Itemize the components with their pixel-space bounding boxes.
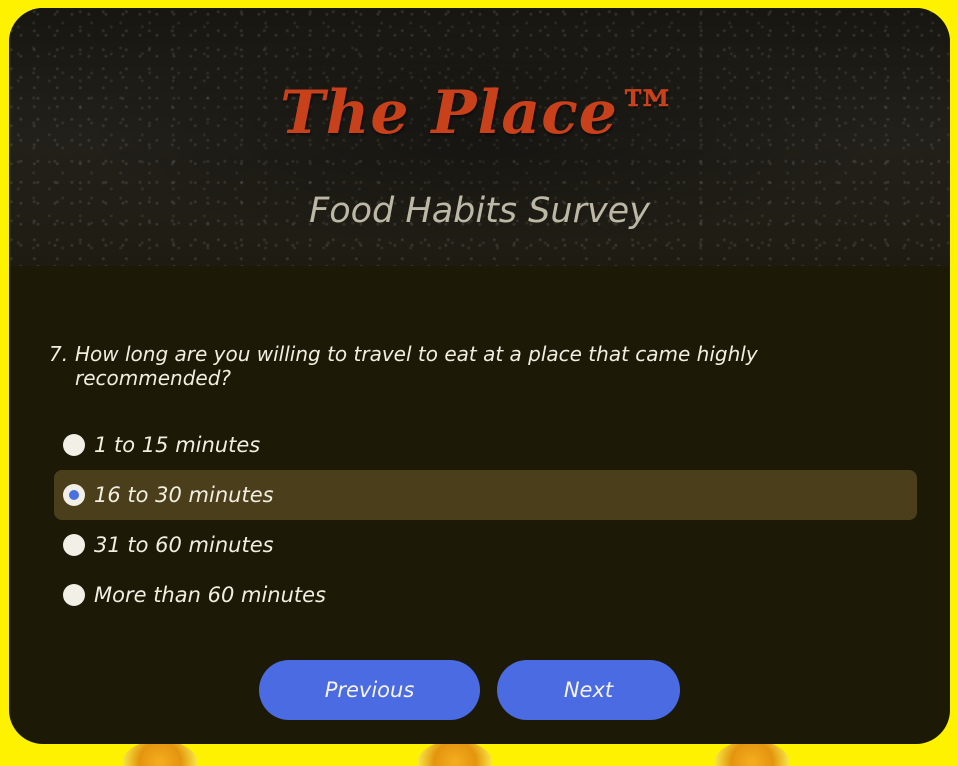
- option-label: More than 60 minutes: [94, 583, 326, 607]
- previous-button[interactable]: Previous: [259, 660, 480, 720]
- radio-button-checked[interactable]: [63, 484, 85, 506]
- question: 7. How long are you willing to travel to…: [49, 342, 809, 390]
- hero-banner: The Place™ Food Habits Survey: [9, 8, 950, 266]
- radio-button[interactable]: [63, 534, 85, 556]
- radio-button[interactable]: [63, 434, 85, 456]
- option-label: 16 to 30 minutes: [94, 483, 274, 507]
- answer-options: 1 to 15 minutes 16 to 30 minutes 31 to 6…: [54, 420, 917, 620]
- brand-title: The Place™: [280, 78, 679, 148]
- question-number: 7.: [49, 342, 69, 366]
- option-label: 1 to 15 minutes: [94, 433, 261, 457]
- survey-title: Food Habits Survey: [309, 191, 650, 231]
- radio-button[interactable]: [63, 584, 85, 606]
- option-31-to-60-minutes[interactable]: 31 to 60 minutes: [54, 520, 917, 570]
- navigation-buttons: Previous Next: [9, 660, 950, 720]
- option-more-than-60-minutes[interactable]: More than 60 minutes: [54, 570, 917, 620]
- question-text: How long are you willing to travel to ea…: [75, 342, 758, 390]
- next-button[interactable]: Next: [497, 660, 680, 720]
- survey-card: The Place™ Food Habits Survey 7. How lon…: [9, 8, 950, 744]
- option-label: 31 to 60 minutes: [94, 533, 274, 557]
- option-1-to-15-minutes[interactable]: 1 to 15 minutes: [54, 420, 917, 470]
- option-16-to-30-minutes[interactable]: 16 to 30 minutes: [54, 470, 917, 520]
